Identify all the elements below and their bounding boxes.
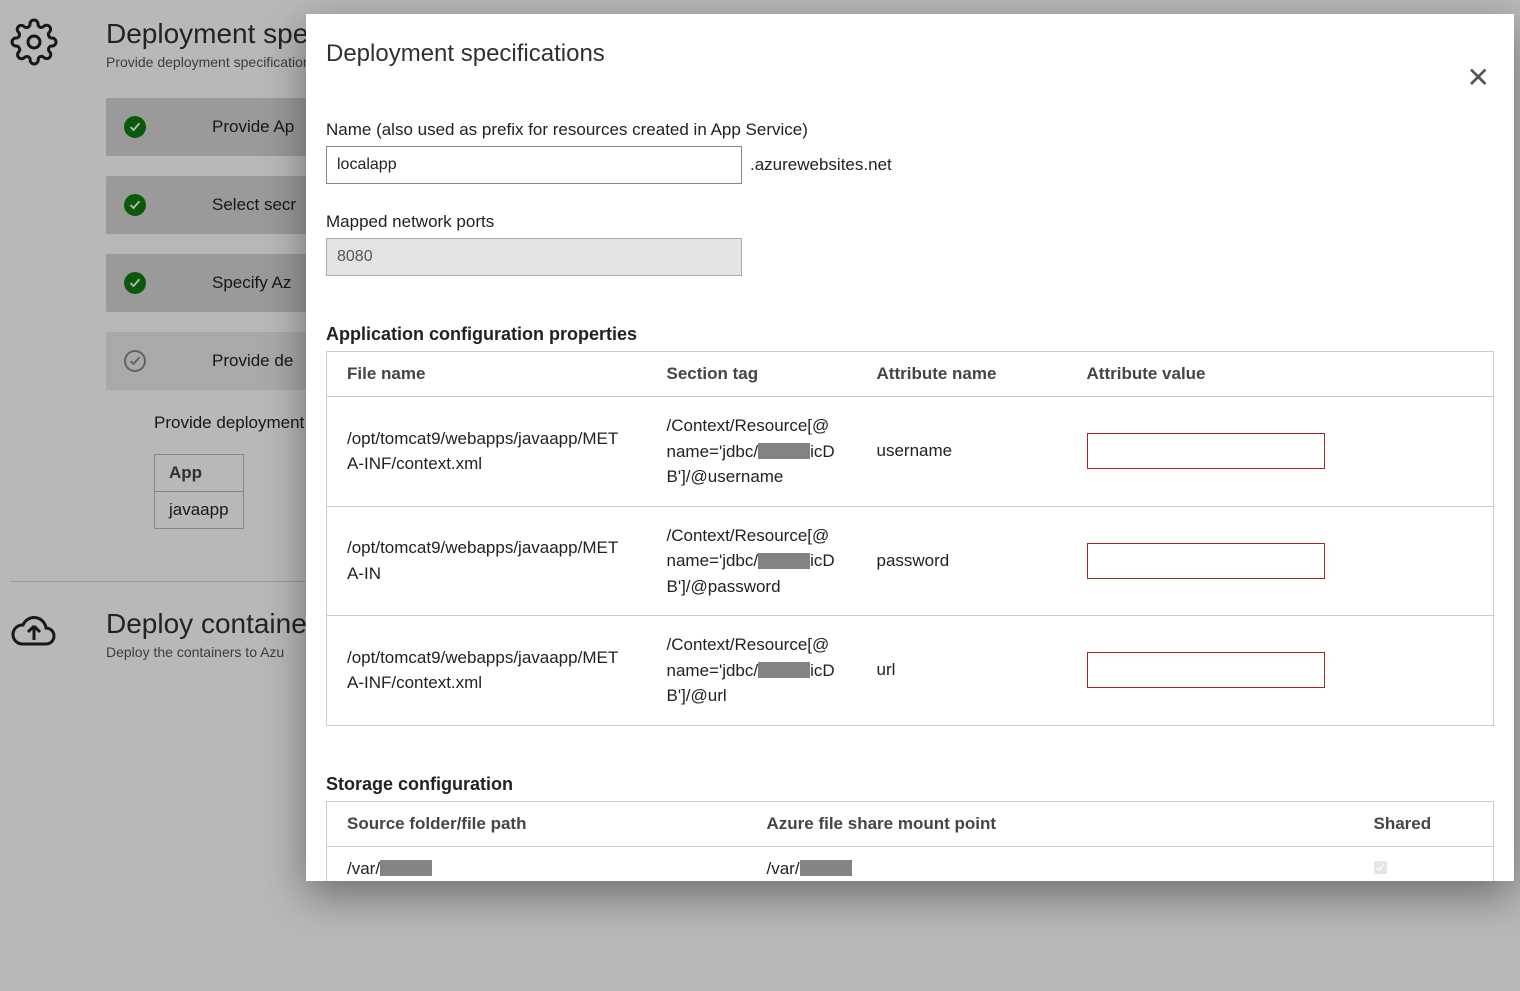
storage-shared [1354, 846, 1494, 881]
table-row: /var/ /var/ [327, 846, 1494, 881]
appcfg-header-section: Section tag [647, 352, 857, 397]
appcfg-header-file: File name [327, 352, 647, 397]
storage-header-shared: Shared [1354, 801, 1494, 846]
appcfg-section: /Context/Resource[@name='jdbc/icDB']/@ur… [647, 616, 857, 726]
appcfg-section: /Context/Resource[@name='jdbc/icDB']/@us… [647, 397, 857, 507]
appcfg-file: /opt/tomcat9/webapps/javaapp/META-INF/co… [327, 397, 647, 507]
name-suffix: .azurewebsites.net [750, 155, 892, 175]
deployment-specs-dialog: Deployment specifications ✕ Name (also u… [306, 14, 1514, 881]
storage-src: /var/ [327, 846, 747, 881]
close-button[interactable]: ✕ [1467, 40, 1494, 92]
appcfg-attr: username [857, 397, 1067, 507]
table-row: /opt/tomcat9/webapps/javaapp/META-IN /Co… [327, 506, 1494, 616]
storage-heading: Storage configuration [326, 774, 1494, 795]
appcfg-attr: url [857, 616, 1067, 726]
shared-checkbox [1374, 861, 1387, 874]
appcfg-file: /opt/tomcat9/webapps/javaapp/META-INF/co… [327, 616, 647, 726]
appcfg-value-input[interactable] [1087, 543, 1325, 579]
storage-table: Source folder/file path Azure file share… [326, 801, 1494, 882]
appcfg-heading: Application configuration properties [326, 324, 1494, 345]
appcfg-file: /opt/tomcat9/webapps/javaapp/META-IN [327, 506, 647, 616]
appcfg-value-input[interactable] [1087, 433, 1325, 469]
redacted [758, 553, 810, 569]
table-row: /opt/tomcat9/webapps/javaapp/META-INF/co… [327, 616, 1494, 726]
name-input[interactable] [326, 146, 742, 184]
appcfg-value-input[interactable] [1087, 652, 1325, 688]
appcfg-attr: password [857, 506, 1067, 616]
appcfg-table: File name Section tag Attribute name Att… [326, 351, 1494, 726]
ports-input [326, 238, 742, 276]
appcfg-header-attr: Attribute name [857, 352, 1067, 397]
storage-header-src: Source folder/file path [327, 801, 747, 846]
close-icon: ✕ [1467, 62, 1490, 93]
table-row: /opt/tomcat9/webapps/javaapp/META-INF/co… [327, 397, 1494, 507]
redacted [800, 860, 852, 876]
dialog-title: Deployment specifications [326, 40, 605, 68]
appcfg-section: /Context/Resource[@name='jdbc/icDB']/@pa… [647, 506, 857, 616]
redacted [758, 662, 810, 678]
ports-label: Mapped network ports [326, 212, 1494, 232]
storage-header-mnt: Azure file share mount point [747, 801, 1354, 846]
storage-mnt: /var/ [747, 846, 1354, 881]
redacted [380, 860, 432, 876]
name-label: Name (also used as prefix for resources … [326, 120, 1494, 140]
appcfg-header-value: Attribute value [1067, 352, 1494, 397]
redacted [758, 443, 810, 459]
